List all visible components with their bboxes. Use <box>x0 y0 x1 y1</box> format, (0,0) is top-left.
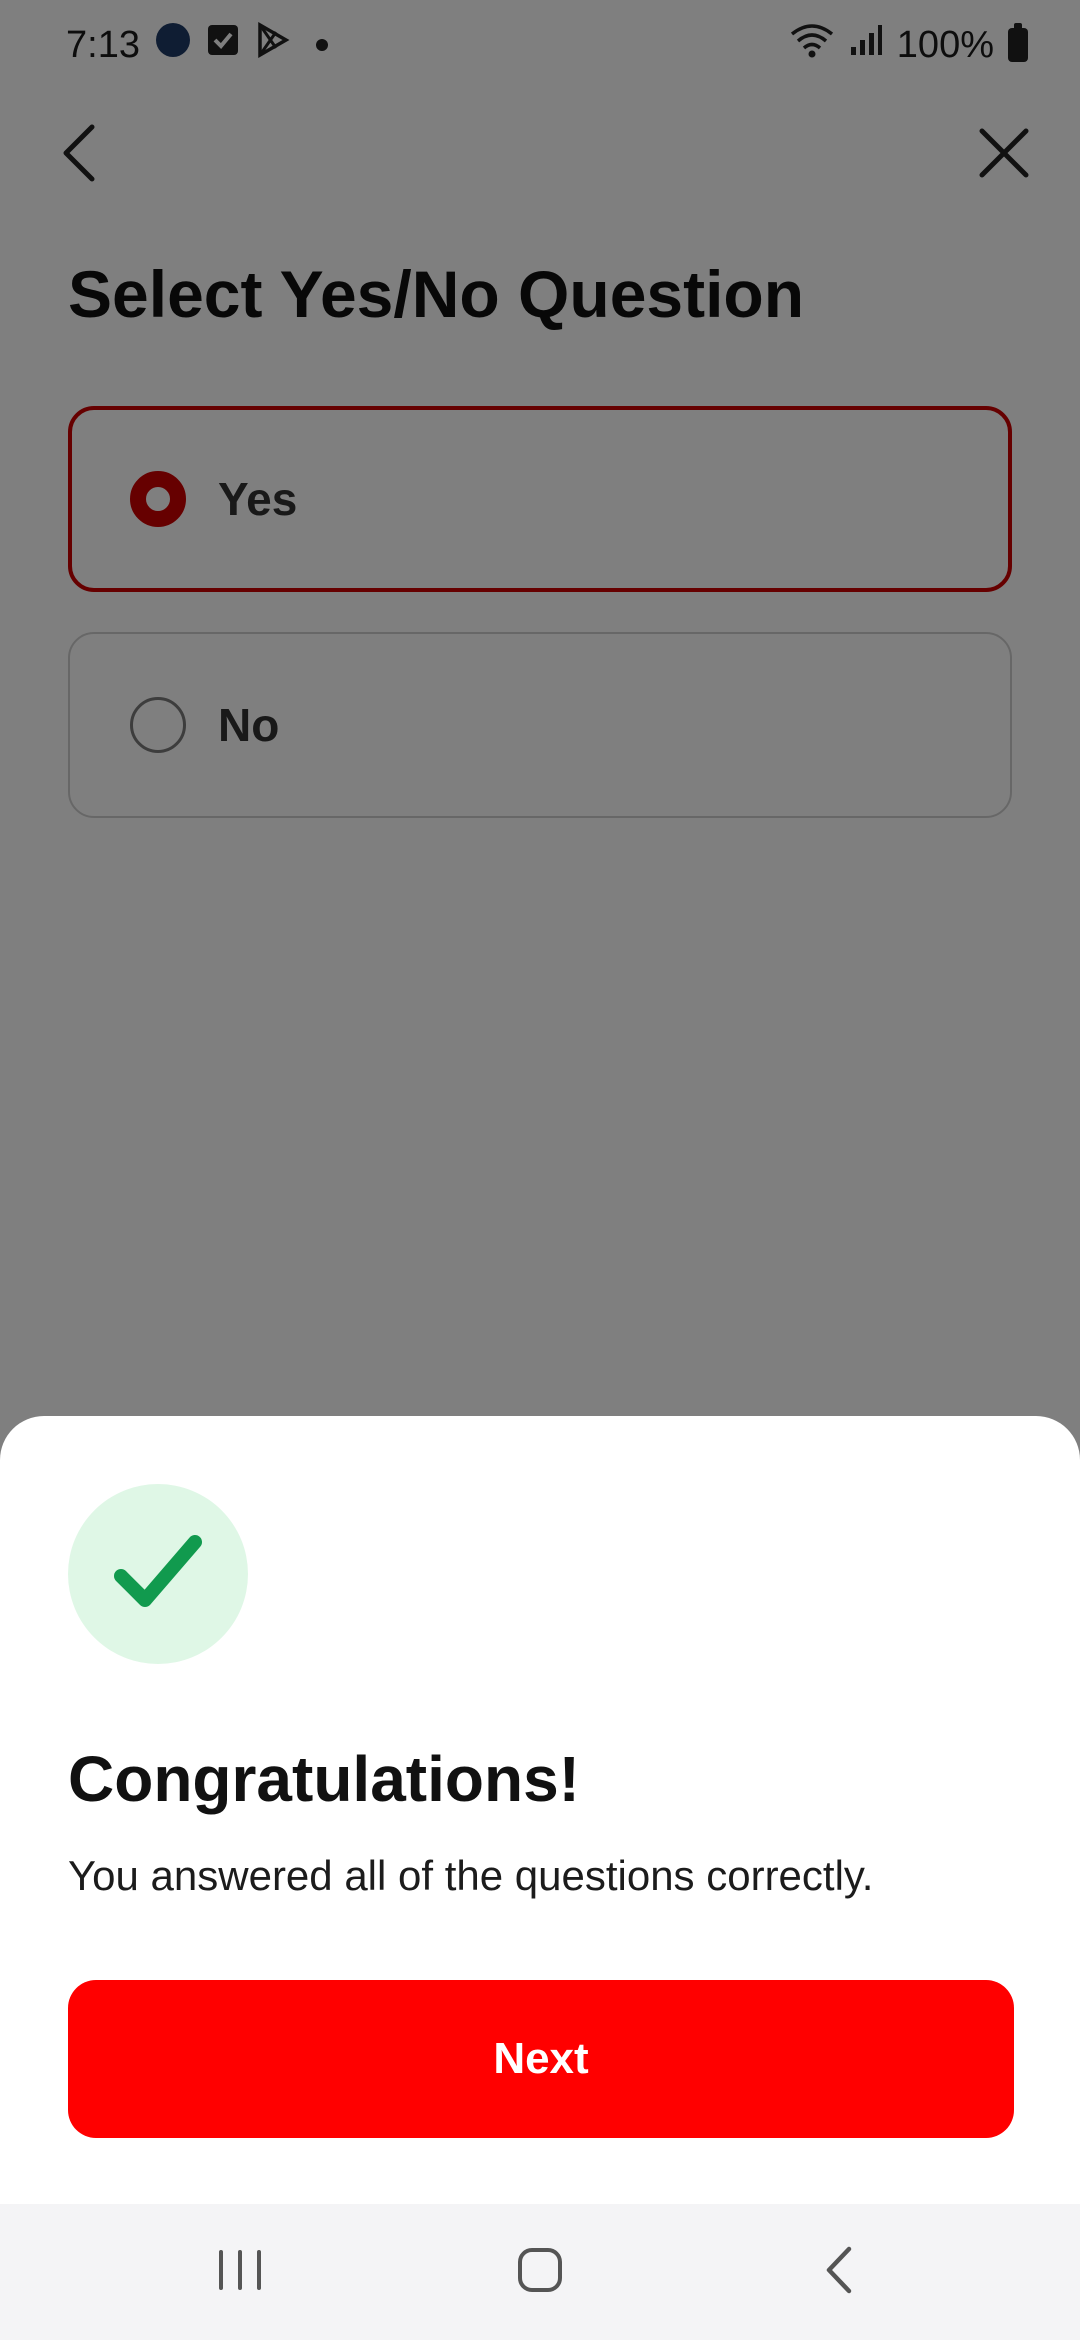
next-button[interactable]: Next <box>68 1980 1014 2138</box>
home-button[interactable] <box>480 2222 600 2322</box>
system-back-button[interactable] <box>780 2222 900 2322</box>
congratulations-title: Congratulations! <box>68 1743 580 1815</box>
recent-apps-button[interactable] <box>180 2222 300 2322</box>
home-icon <box>516 2246 564 2299</box>
system-navigation-bar <box>0 2204 1080 2340</box>
result-message: You answered all of the questions correc… <box>68 1852 874 1899</box>
recent-apps-icon <box>215 2248 265 2297</box>
success-badge <box>68 1484 248 1664</box>
checkmark-icon <box>113 1532 203 1617</box>
result-bottom-sheet: Congratulations! You answered all of the… <box>0 1416 1080 2204</box>
back-icon <box>823 2245 857 2300</box>
